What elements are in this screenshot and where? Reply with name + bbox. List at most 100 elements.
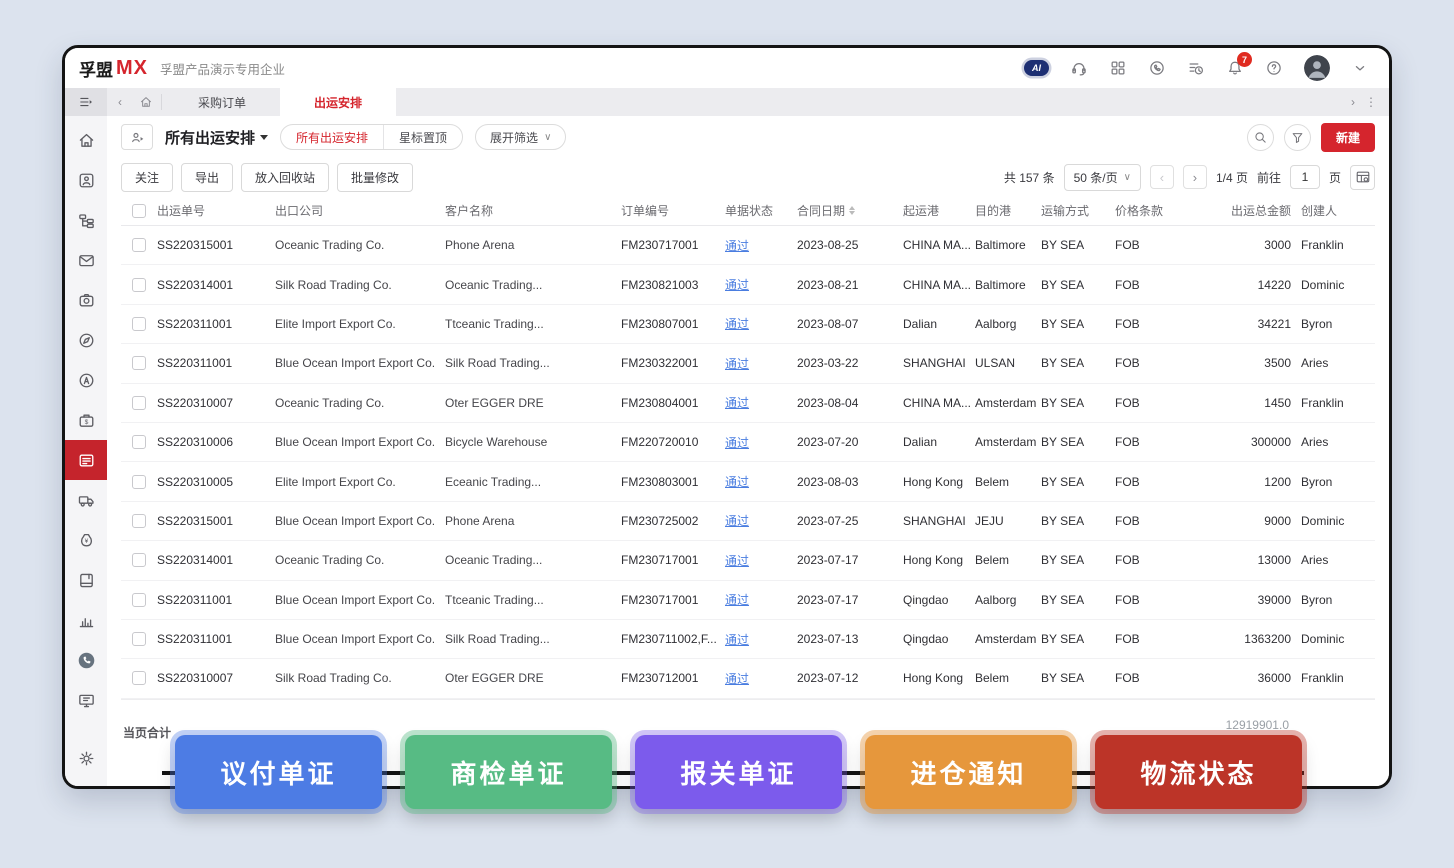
row-checkbox[interactable] [121, 593, 157, 607]
next-page-button[interactable]: › [1183, 165, 1207, 189]
status-link[interactable]: 通过 [725, 276, 749, 293]
status-link[interactable]: 通过 [725, 552, 749, 569]
status-link[interactable]: 通过 [725, 434, 749, 451]
sort-icon[interactable] [849, 206, 855, 215]
table-row[interactable]: SS220310007Silk Road Trading Co.Oter EGG… [121, 659, 1375, 698]
column-header[interactable]: 出运总金额 [1181, 202, 1301, 219]
column-header[interactable]: 订单编号 [621, 202, 725, 219]
prev-page-button[interactable]: ‹ [1150, 165, 1174, 189]
sidebar-item-money-bag-icon[interactable]: ¥ [65, 520, 107, 560]
status-link[interactable]: 通过 [725, 512, 749, 529]
user-filter-icon[interactable] [121, 124, 153, 150]
row-checkbox[interactable] [121, 553, 157, 567]
toolbar-button-关注[interactable]: 关注 [121, 163, 173, 192]
status-link[interactable]: 通过 [725, 315, 749, 332]
status-link[interactable]: 通过 [725, 631, 749, 648]
goto-page-input[interactable] [1290, 165, 1320, 189]
sidebar-item-org-structure-icon[interactable] [65, 200, 107, 240]
column-header[interactable]: 目的港 [975, 202, 1041, 219]
sidebar-item-home-icon[interactable] [65, 120, 107, 160]
table-row[interactable]: SS220310006Blue Ocean Import Export Co.B… [121, 423, 1375, 462]
collapse-menu-icon[interactable] [65, 88, 107, 116]
row-checkbox[interactable] [121, 632, 157, 646]
sidebar-item-finance-case-icon[interactable]: $ [65, 400, 107, 440]
row-checkbox[interactable] [121, 514, 157, 528]
status-link[interactable]: 通过 [725, 670, 749, 687]
sidebar-item-assistant-a-icon[interactable] [65, 360, 107, 400]
column-header[interactable]: 起运港 [903, 202, 975, 219]
table-row[interactable]: SS220310005Elite Import Export Co.Eceani… [121, 462, 1375, 501]
toolbar-button-导出[interactable]: 导出 [181, 163, 233, 192]
table-row[interactable]: SS220315001Blue Ocean Import Export Co.P… [121, 502, 1375, 541]
row-checkbox[interactable] [121, 396, 157, 410]
column-header[interactable]: 出口公司 [275, 202, 445, 219]
notifications-bell-icon[interactable]: 7 [1226, 59, 1244, 77]
avatar[interactable] [1304, 55, 1330, 81]
sidebar-item-shipping-doc-icon[interactable] [65, 440, 107, 480]
column-header[interactable]: 合同日期 [797, 202, 903, 219]
sidebar-item-ledger-book-icon[interactable] [65, 560, 107, 600]
select-all-checkbox[interactable] [121, 204, 157, 218]
view-title-dropdown[interactable]: 所有出运安排 [165, 127, 268, 148]
flow-button-商检单证[interactable]: 商检单证 [405, 735, 612, 809]
row-checkbox[interactable] [121, 435, 157, 449]
status-link[interactable]: 通过 [725, 394, 749, 411]
column-header[interactable]: 客户名称 [445, 202, 621, 219]
table-row[interactable]: SS220310007Oceanic Trading Co.Oter EGGER… [121, 384, 1375, 423]
toolbar-button-放入回收站[interactable]: 放入回收站 [241, 163, 329, 192]
back-icon[interactable]: ‹ [107, 88, 133, 116]
status-link[interactable]: 通过 [725, 591, 749, 608]
chevron-down-icon[interactable] [1351, 59, 1369, 77]
row-checkbox[interactable] [121, 278, 157, 292]
column-header[interactable]: 单据状态 [725, 202, 797, 219]
page-size-select[interactable]: 50 条/页 ∨ [1064, 164, 1141, 191]
tab-采购订单[interactable]: 采购订单 [164, 88, 280, 116]
flow-button-进仓通知[interactable]: 进仓通知 [865, 735, 1072, 809]
filter-funnel-icon[interactable] [1284, 124, 1311, 151]
status-link[interactable]: 通过 [725, 355, 749, 372]
flow-button-报关单证[interactable]: 报关单证 [635, 735, 842, 809]
toolbar-button-批量修改[interactable]: 批量修改 [337, 163, 413, 192]
search-icon[interactable] [1247, 124, 1274, 151]
filter-segment-所有出运安排[interactable]: 所有出运安排 [281, 125, 383, 149]
tabs-forward-icon[interactable]: › [1351, 95, 1355, 109]
help-icon[interactable] [1265, 59, 1283, 77]
task-list-icon[interactable] [1187, 59, 1205, 77]
table-row[interactable]: SS220314001Silk Road Trading Co.Oceanic … [121, 265, 1375, 304]
sidebar-item-logistics-truck-icon[interactable] [65, 480, 107, 520]
status-link[interactable]: 通过 [725, 237, 749, 254]
chat-phone-icon[interactable] [1148, 59, 1166, 77]
expand-filter-button[interactable]: 展开筛选 ∨ [475, 124, 566, 150]
sidebar-item-report-chart-icon[interactable] [65, 600, 107, 640]
sidebar-item-workbench-monitor-icon[interactable] [65, 680, 107, 720]
sidebar-item-whatsapp-icon[interactable] [65, 640, 107, 680]
ai-assistant-icon[interactable]: AI [1024, 60, 1049, 76]
sidebar-item-mail-icon[interactable] [65, 240, 107, 280]
column-header[interactable]: 创建人 [1301, 202, 1373, 219]
row-checkbox[interactable] [121, 238, 157, 252]
headset-support-icon[interactable] [1070, 59, 1088, 77]
column-header[interactable]: 运输方式 [1041, 202, 1115, 219]
table-row[interactable]: SS220315001Oceanic Trading Co.Phone Aren… [121, 226, 1375, 265]
row-checkbox[interactable] [121, 475, 157, 489]
apps-grid-icon[interactable] [1109, 59, 1127, 77]
tab-出运安排[interactable]: 出运安排 [280, 88, 396, 116]
table-row[interactable]: SS220311001Blue Ocean Import Export Co.T… [121, 581, 1375, 620]
home-tab-icon[interactable] [133, 88, 159, 116]
table-config-icon[interactable] [1350, 165, 1375, 190]
row-checkbox[interactable] [121, 317, 157, 331]
table-row[interactable]: SS220311001Blue Ocean Import Export Co.S… [121, 344, 1375, 383]
table-row[interactable]: SS220311001Blue Ocean Import Export Co.S… [121, 620, 1375, 659]
sidebar-item-contacts-icon[interactable] [65, 160, 107, 200]
sidebar-item-products-icon[interactable] [65, 280, 107, 320]
flow-button-物流状态[interactable]: 物流状态 [1095, 735, 1302, 809]
row-checkbox[interactable] [121, 356, 157, 370]
row-checkbox[interactable] [121, 671, 157, 685]
flow-button-议付单证[interactable]: 议付单证 [175, 735, 382, 809]
filter-segment-星标置顶[interactable]: 星标置顶 [383, 125, 462, 149]
table-row[interactable]: SS220314001Oceanic Trading Co.Oceanic Tr… [121, 541, 1375, 580]
tabs-more-icon[interactable]: ⋮ [1365, 95, 1377, 109]
column-header[interactable]: 出运单号 [157, 202, 275, 219]
column-header[interactable]: 价格条款 [1115, 202, 1181, 219]
status-link[interactable]: 通过 [725, 473, 749, 490]
